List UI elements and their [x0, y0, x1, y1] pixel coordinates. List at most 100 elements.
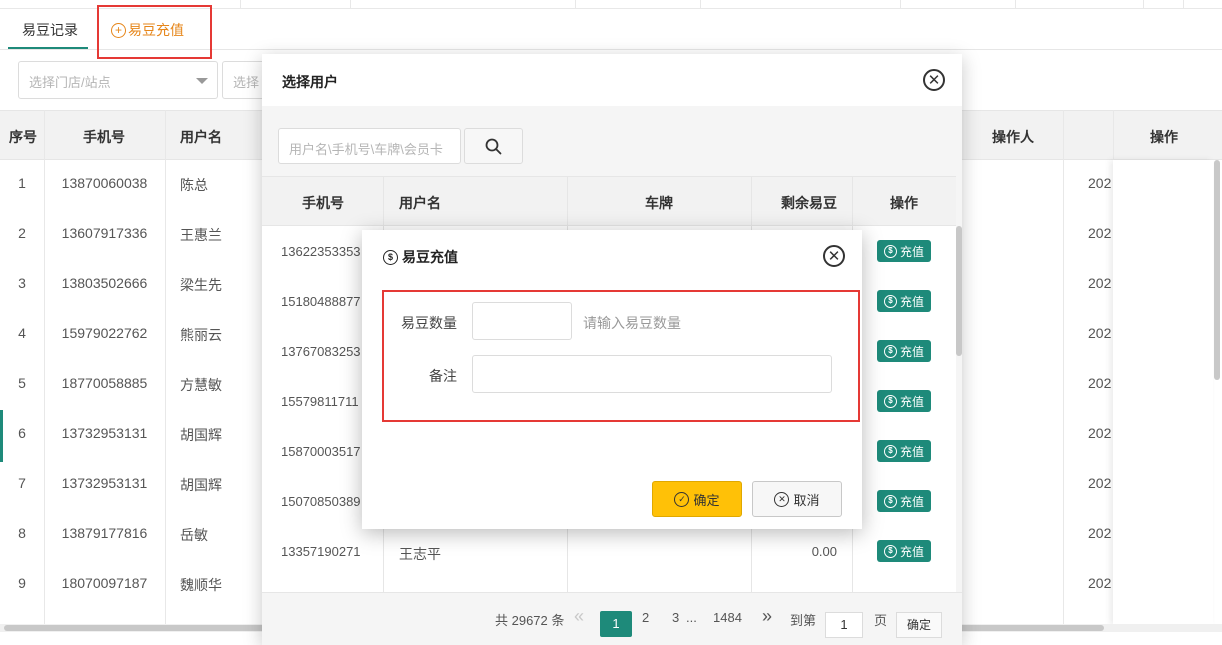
confirm-button-label: 确定	[693, 492, 720, 508]
page-ellipsis: ...	[686, 610, 697, 625]
cell-date: 202	[1088, 325, 1112, 341]
cell-phone: 13732953131	[61, 475, 148, 491]
table-row[interactable]: 5 18770058885 方慧敏	[0, 360, 262, 410]
cell-date: 202	[1088, 575, 1112, 591]
bean-qty-hint: 请输入易豆数量	[583, 315, 681, 331]
select-user-title: 选择用户	[282, 74, 338, 90]
cell-date: 202	[1088, 425, 1112, 441]
side-accent	[0, 410, 3, 462]
cell-beans: 0.00	[811, 544, 837, 559]
page-last[interactable]: 1484	[713, 610, 742, 625]
cell-no: 7	[18, 475, 26, 491]
table-row[interactable]: 2 13607917336 王惠兰	[0, 210, 262, 260]
check-icon: ✓	[674, 491, 690, 507]
prev-page-icon[interactable]: «	[574, 606, 584, 627]
cell-phone: 15870003517	[281, 444, 361, 459]
col-header-no: 序号	[9, 129, 37, 145]
user-table-scrollbar[interactable]	[956, 226, 962, 356]
remark-label: 备注	[429, 368, 457, 384]
table-row[interactable]: 1 13870060038 陈总	[0, 160, 262, 210]
tab-bean-records[interactable]: 易豆记录	[22, 20, 78, 40]
table-row[interactable]: 8 13879177816 岳敏	[0, 510, 262, 560]
cell-phone: 13357190271	[281, 544, 361, 559]
col-header-plate: 车牌	[645, 195, 673, 211]
goto-confirm-button[interactable]: 确定	[896, 612, 942, 638]
recharge-button[interactable]: $ 充值	[877, 440, 931, 462]
bean-qty-input[interactable]	[472, 302, 572, 340]
recharge-button[interactable]: $ 充值	[877, 240, 931, 262]
recharge-button[interactable]: $ 充值	[877, 490, 931, 512]
cell-no: 6	[18, 425, 26, 441]
cell-no: 4	[18, 325, 26, 341]
cancel-button[interactable]: ✕ 取消	[752, 481, 842, 517]
user-search-placeholder: 用户名\手机号\车牌\会员卡	[289, 142, 443, 157]
table-row[interactable]: 3 13803502666 梁生先	[0, 260, 262, 310]
cell-name: 王志平	[399, 546, 441, 562]
recharge-button-label: 充值	[899, 544, 924, 559]
coin-icon: $	[883, 394, 897, 408]
coin-icon: $	[883, 344, 897, 358]
cell-date: 202	[1088, 175, 1112, 191]
vertical-scrollbar[interactable]	[1214, 160, 1220, 380]
col-divider	[1063, 110, 1064, 625]
bean-qty-label: 易豆数量	[401, 315, 457, 331]
col-header-action: 操作	[1150, 129, 1178, 145]
cell-phone: 18770058885	[61, 375, 148, 391]
col-header-beans: 剩余易豆	[781, 195, 837, 211]
store-select-placeholder: 选择门店/站点	[29, 75, 111, 90]
cell-date: 202	[1088, 225, 1112, 241]
cell-no: 3	[18, 275, 26, 291]
next-page-icon[interactable]: »	[762, 606, 772, 627]
coin-icon: $	[883, 494, 897, 508]
recharge-dialog-title-text: 易豆充值	[402, 249, 458, 265]
close-icon[interactable]: ✕	[823, 245, 845, 267]
table-row[interactable]: 6 13732953131 胡国辉	[0, 410, 262, 460]
cancel-button-label: 取消	[793, 492, 820, 508]
store-select[interactable]: 选择门店/站点	[18, 61, 218, 99]
cell-phone: 13767083253	[281, 344, 361, 359]
coin-icon: $	[883, 544, 897, 558]
cell-phone: 15979022762	[61, 325, 148, 341]
recharge-button-label: 充值	[899, 494, 924, 509]
cell-name: 胡国辉	[180, 477, 222, 493]
cell-phone: 15180488877	[281, 294, 361, 309]
recharge-button[interactable]: $ 充值	[877, 540, 931, 562]
coin-icon: $	[383, 249, 398, 265]
cell-name: 熊丽云	[180, 327, 222, 343]
recharge-button[interactable]: $ 充值	[877, 390, 931, 412]
cell-date: 202	[1088, 375, 1112, 391]
coin-icon: $	[883, 244, 897, 258]
user-search-input[interactable]: 用户名\手机号\车牌\会员卡	[278, 128, 461, 164]
table-row[interactable]: 4 15979022762 熊丽云	[0, 310, 262, 360]
cell-date: 202	[1088, 275, 1112, 291]
recharge-button[interactable]: $ 充值	[877, 340, 931, 362]
remark-input[interactable]	[472, 355, 832, 393]
coin-icon: $	[883, 294, 897, 308]
table-row[interactable]: 9 18070097187 魏顺华	[0, 560, 262, 610]
search-button[interactable]	[464, 128, 523, 164]
confirm-button[interactable]: ✓ 确定	[652, 481, 742, 517]
close-icon: ✕	[774, 491, 790, 507]
page-1[interactable]: 1	[600, 611, 632, 637]
col-header-phone: 手机号	[83, 129, 125, 145]
cell-phone: 13732953131	[61, 425, 148, 441]
cell-phone: 15070850389	[281, 494, 361, 509]
goto-page-input[interactable]: 1	[825, 612, 863, 638]
coin-icon: $	[883, 444, 897, 458]
col-header-action: 操作	[890, 195, 918, 211]
search-icon	[485, 138, 502, 154]
col-header-operator: 操作人	[992, 129, 1034, 145]
second-filter-placeholder: 选择	[233, 75, 260, 90]
col-header-name: 用户名	[180, 129, 222, 145]
tab-active-indicator	[8, 47, 88, 49]
cell-name: 胡国辉	[180, 427, 222, 443]
table-row[interactable]: 7 13732953131 胡国辉	[0, 460, 262, 510]
cell-date: 202	[1088, 525, 1112, 541]
cell-date: 202	[1088, 475, 1112, 491]
page-2[interactable]: 2	[642, 610, 649, 625]
recharge-button[interactable]: $ 充值	[877, 290, 931, 312]
page-3[interactable]: 3	[672, 610, 679, 625]
close-icon[interactable]: ✕	[923, 69, 945, 91]
cell-phone: 13622353353	[281, 244, 361, 259]
cell-phone: 15579811711	[281, 394, 359, 409]
